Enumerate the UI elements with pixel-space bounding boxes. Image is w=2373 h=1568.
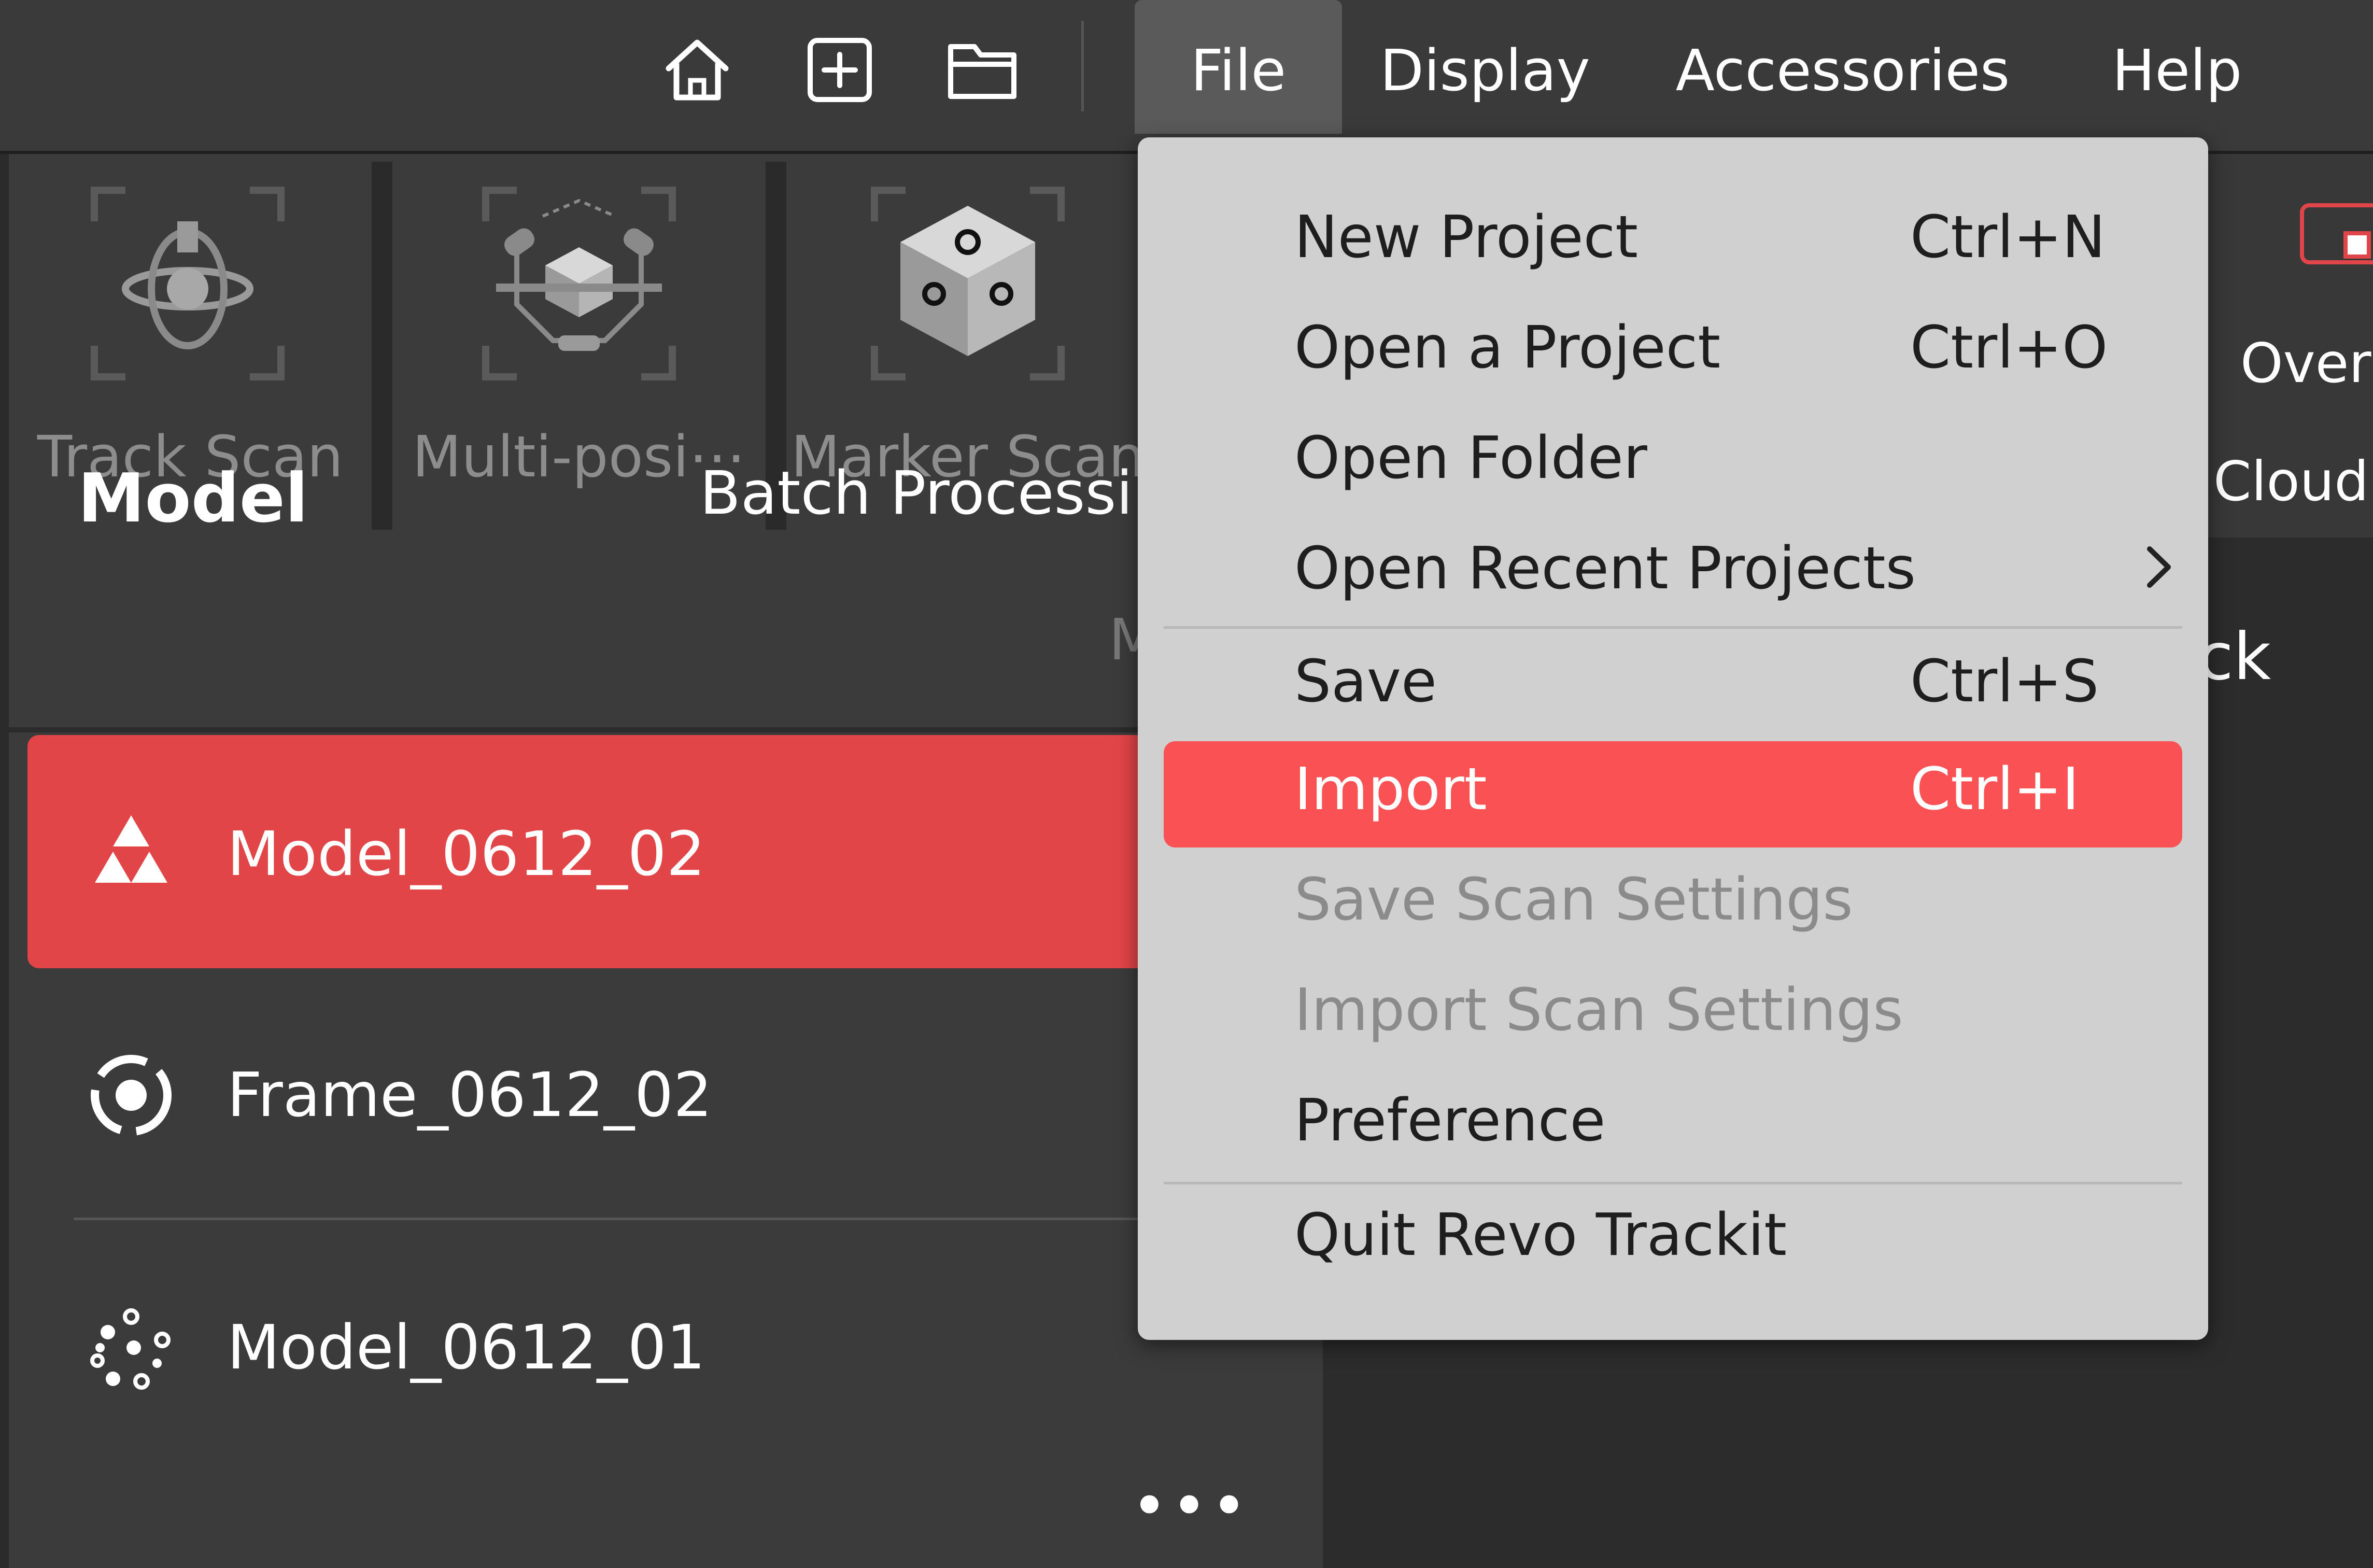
menu-item-shortcut: Ctrl+I — [1910, 756, 2080, 823]
menu-item-quit[interactable]: Quit Revo Trackit — [1164, 1187, 2182, 1293]
track-scan-icon — [91, 187, 285, 380]
toolbar-divider — [1081, 21, 1084, 111]
multi-position-scan-icon — [482, 187, 676, 380]
frame-name: Frame_0612_02 — [227, 1059, 713, 1131]
menu-item-label: Import Scan Settings — [1294, 977, 1903, 1044]
menu-item-import-scan-settings[interactable]: Import Scan Settings — [1164, 962, 2182, 1068]
right-tab-label: ck — [2198, 619, 2271, 695]
menu-item-label: Preference — [1294, 1087, 1606, 1154]
marker-scan-icon — [871, 187, 1065, 380]
menu-item-label: Save — [1294, 648, 1437, 715]
frame-row[interactable]: Frame_0612_02 — [27, 984, 1323, 1227]
menu-item-label: Open Folder — [1294, 425, 1647, 492]
overlap-icon[interactable] — [2299, 202, 2373, 301]
menu-bar: File Display Accessories Help — [0, 0, 2373, 154]
overlap-label: Overl — [2240, 332, 2373, 395]
panel-divider — [9, 727, 1323, 732]
scan-mode-divider — [372, 162, 392, 530]
tab-batch-processing[interactable]: Batch Processing — [700, 459, 1208, 528]
menu-item-save[interactable]: Save Ctrl+S — [1164, 633, 2182, 740]
menu-item-open-folder[interactable]: Open Folder — [1164, 410, 2182, 516]
tab-model[interactable]: Model — [78, 459, 308, 538]
menu-item-shortcut: Ctrl+O — [1910, 314, 2108, 382]
menu-display[interactable]: Display — [1368, 0, 1602, 134]
model-row[interactable]: Model_0612_01 — [27, 1247, 1323, 1490]
menu-item-label: Open Recent Projects — [1294, 535, 1916, 602]
menu-item-label: Import — [1294, 756, 1487, 823]
menu-item-label: Save Scan Settings — [1294, 866, 1853, 934]
menu-help[interactable]: Help — [2094, 0, 2260, 134]
point-cloud-icon — [90, 1308, 171, 1390]
model-row-selected[interactable]: Model_0612_02 — [27, 735, 1323, 968]
menu-item-label: New Project — [1294, 204, 1638, 271]
menu-item-preference[interactable]: Preference — [1164, 1072, 2182, 1179]
menu-item-label: Quit Revo Trackit — [1294, 1202, 1787, 1269]
menu-file[interactable]: File — [1135, 0, 1342, 134]
menu-divider — [1164, 626, 2182, 629]
menu-item-save-scan-settings[interactable]: Save Scan Settings — [1164, 852, 2182, 958]
row-divider — [74, 1218, 1261, 1220]
frame-icon — [91, 1055, 172, 1136]
menu-accessories[interactable]: Accessories — [1674, 0, 2011, 134]
menu-item-open-recent[interactable]: Open Recent Projects — [1164, 520, 2182, 627]
left-panel: Track Scan Multi-posi⋯ Marker Scan Model… — [9, 154, 1323, 1568]
file-menu-dropdown: New Project Ctrl+N Open a Project Ctrl+O… — [1138, 137, 2208, 1340]
model-name: Model_0612_01 — [227, 1311, 705, 1383]
menu-item-new-project[interactable]: New Project Ctrl+N — [1164, 189, 2182, 295]
home-icon[interactable] — [658, 31, 736, 109]
menu-item-shortcut: Ctrl+N — [1910, 204, 2106, 271]
menu-item-label: Open a Project — [1294, 314, 1721, 382]
chevron-right-icon — [2147, 546, 2171, 588]
cloud-label: Cloud — [2213, 450, 2369, 513]
menu-item-import[interactable]: Import Ctrl+I — [1164, 741, 2182, 847]
menu-item-shortcut: Ctrl+S — [1910, 648, 2099, 715]
menu-divider — [1164, 1182, 2182, 1184]
model-name: Model_0612_02 — [227, 818, 705, 889]
new-project-icon[interactable] — [801, 31, 879, 109]
more-options-icon[interactable]: ••• — [1131, 1471, 1250, 1543]
model-triangle-icon — [95, 815, 167, 883]
menu-item-open-project[interactable]: Open a Project Ctrl+O — [1164, 300, 2182, 406]
open-folder-icon[interactable] — [943, 31, 1021, 109]
